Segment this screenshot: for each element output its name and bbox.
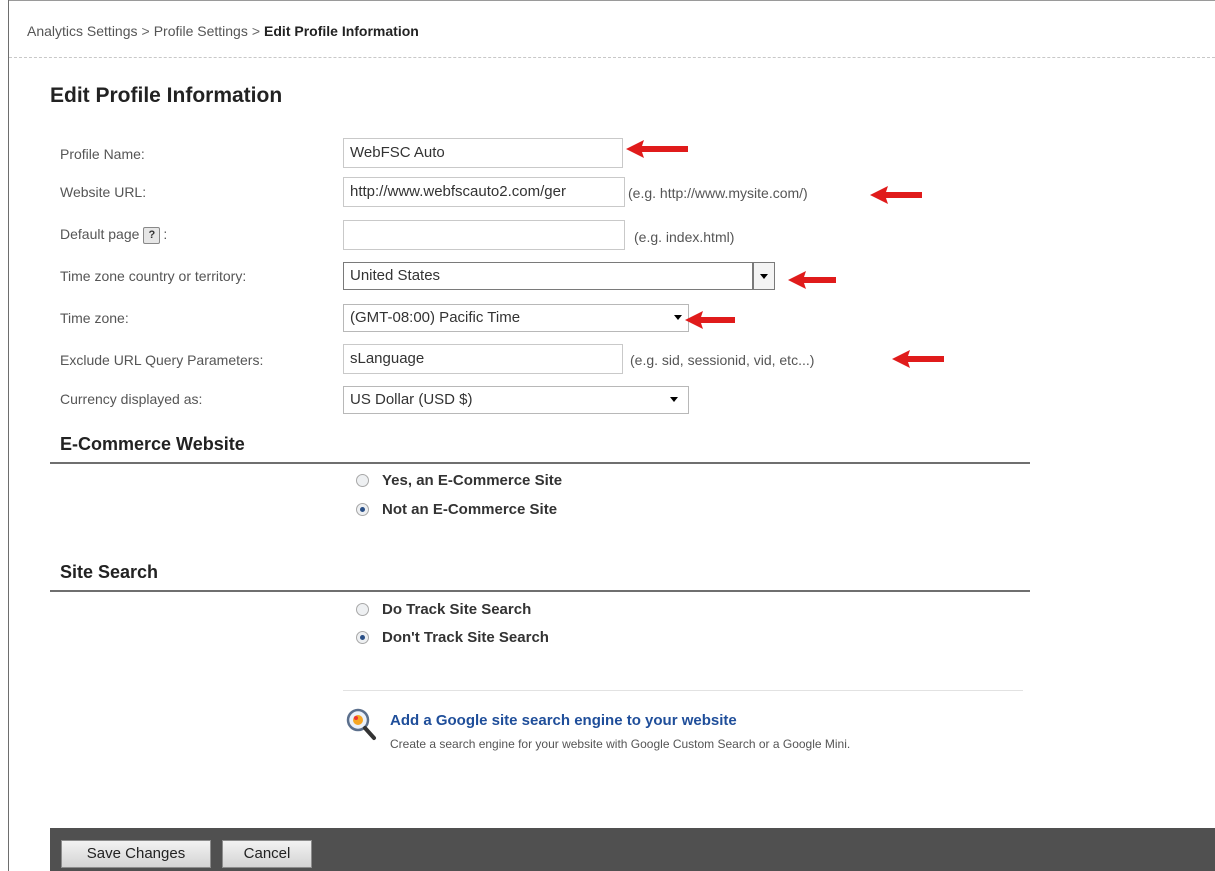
window-left-border [8, 0, 9, 871]
currency-value: US Dollar (USD $) [350, 391, 473, 408]
ecommerce-section-title: E-Commerce Website [60, 434, 245, 454]
chevron-down-icon[interactable] [753, 262, 775, 290]
annotation-arrow-icon [892, 350, 944, 368]
chevron-down-icon [670, 397, 678, 402]
footer-bar: Save Changes Cancel [50, 828, 1215, 871]
magnifier-icon[interactable] [345, 707, 377, 741]
exclude-params-input[interactable]: sLanguage [343, 344, 623, 374]
radio-button[interactable] [356, 474, 369, 487]
annotation-arrow-icon [788, 271, 836, 289]
site-search-section-title: Site Search [60, 562, 159, 582]
breadcrumb: Analytics Settings > Profile Settings > Edit… [27, 23, 419, 39]
default-page-label: Default page [60, 226, 140, 242]
radio-button-selected[interactable] [356, 503, 369, 516]
chevron-down-icon [674, 315, 682, 320]
default-page-hint: (e.g. index.html) [634, 229, 735, 245]
site-search-option-dont-track-label[interactable]: Don't Track Site Search [382, 629, 549, 646]
breadcrumb-separator: > [251, 23, 261, 39]
default-page-label-group: Default page?: [60, 226, 167, 244]
annotation-arrow-icon [626, 140, 688, 158]
exclude-params-hint: (e.g. sid, sessionid, vid, etc...) [630, 352, 815, 368]
section-divider [50, 462, 1030, 464]
time-zone-country-label: Time zone country or territory: [60, 268, 247, 284]
add-site-search-link[interactable]: Add a Google site search engine to your … [390, 712, 737, 729]
breadcrumb-link-analytics-settings[interactable]: Analytics Settings [27, 23, 138, 39]
save-changes-button[interactable]: Save Changes [61, 840, 211, 868]
breadcrumb-current: Edit Profile Information [264, 23, 419, 39]
promo-divider [343, 690, 1023, 691]
website-url-label: Website URL: [60, 184, 147, 200]
annotation-arrow-icon [870, 186, 922, 204]
website-url-hint: (e.g. http://www.mysite.com/) [628, 185, 808, 201]
site-search-option-track-label[interactable]: Do Track Site Search [382, 601, 531, 618]
radio-button[interactable] [356, 603, 369, 616]
section-divider [50, 590, 1030, 592]
default-page-input[interactable] [343, 220, 625, 250]
ecommerce-option-no-label[interactable]: Not an E-Commerce Site [382, 501, 557, 518]
breadcrumb-link-profile-settings[interactable]: Profile Settings [154, 23, 248, 39]
exclude-params-label: Exclude URL Query Parameters: [60, 352, 264, 368]
radio-button-selected[interactable] [356, 631, 369, 644]
currency-label: Currency displayed as: [60, 391, 203, 407]
help-icon[interactable]: ? [143, 226, 161, 244]
profile-name-input[interactable]: WebFSC Auto [343, 138, 623, 168]
page-title: Edit Profile Information [50, 84, 283, 107]
time-zone-country-value: United States [350, 267, 441, 284]
website-url-input[interactable]: http://www.webfscauto2.com/ger [343, 177, 625, 207]
cancel-button[interactable]: Cancel [222, 840, 312, 868]
ecommerce-option-yes-label[interactable]: Yes, an E-Commerce Site [382, 472, 562, 489]
dropdown-arrow-glyph [760, 274, 768, 279]
currency-select[interactable]: US Dollar (USD $) [343, 386, 689, 414]
breadcrumb-separator: > [141, 23, 150, 39]
time-zone-value: (GMT-08:00) Pacific Time [350, 309, 521, 326]
breadcrumb-bar: Analytics Settings > Profile Settings > Edit… [9, 1, 1215, 58]
time-zone-select[interactable]: (GMT-08:00) Pacific Time [343, 304, 689, 332]
time-zone-country-select[interactable]: United States [343, 262, 775, 290]
annotation-arrow-icon [685, 311, 735, 329]
profile-name-label: Profile Name: [60, 146, 145, 162]
default-page-label-colon: : [163, 226, 168, 242]
promo-description: Create a search engine for your website … [390, 737, 851, 751]
time-zone-label: Time zone: [60, 310, 129, 326]
